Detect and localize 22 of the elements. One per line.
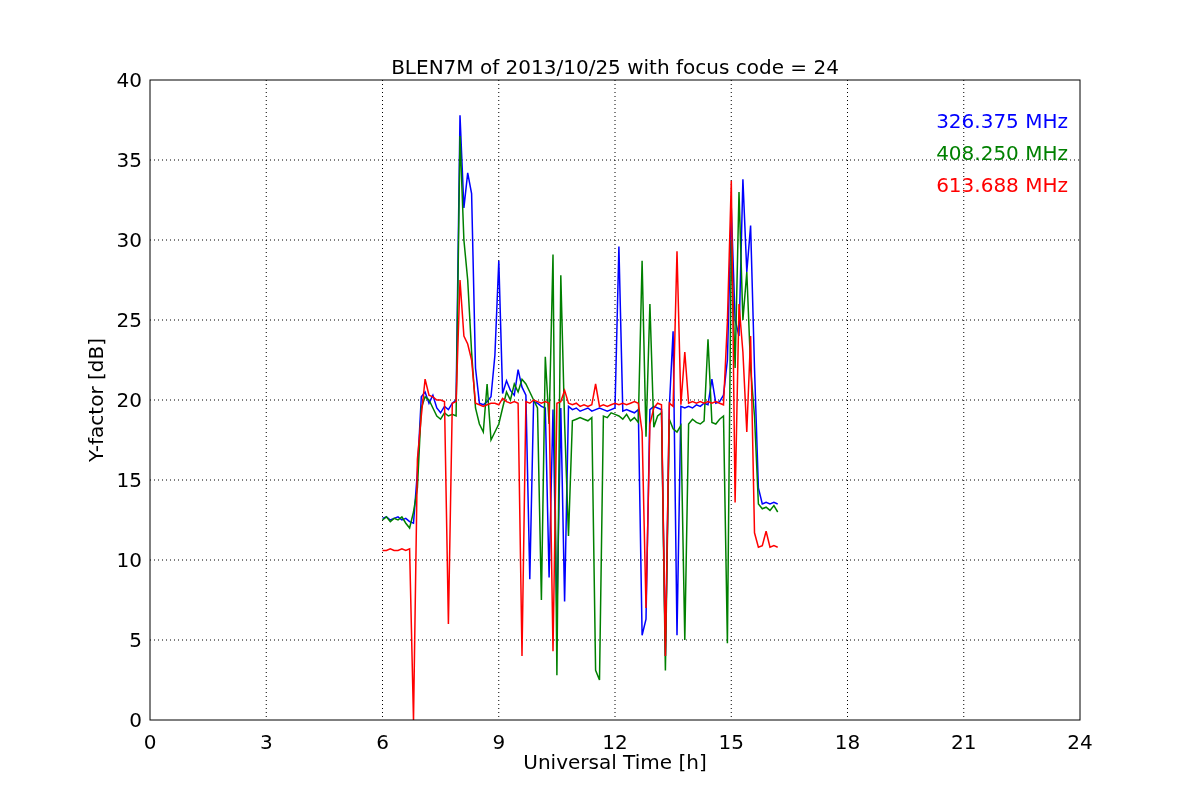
x-tick-label: 3: [259, 730, 273, 754]
y-tick-label: 20: [116, 388, 142, 412]
x-tick-label: 21: [951, 730, 977, 754]
y-tick-label: 5: [129, 628, 142, 652]
x-tick-label: 18: [834, 730, 861, 754]
x-tick-label: 24: [1067, 730, 1093, 754]
y-tick-label: 40: [116, 68, 142, 92]
y-tick-label: 10: [116, 548, 142, 572]
y-tick-label: 30: [116, 228, 142, 252]
legend-label: 326.375 MHz: [936, 109, 1068, 133]
legend-label: 408.250 MHz: [936, 141, 1068, 165]
y-axis-label: Y-factor [dB]: [84, 338, 108, 462]
x-tick-label: 0: [143, 730, 157, 754]
y-tick-label: 35: [116, 148, 142, 172]
y-tick-label: 0: [129, 708, 142, 732]
chart-title: BLEN7M of 2013/10/25 with focus code = 24: [391, 55, 839, 79]
x-tick-label: 6: [376, 730, 389, 754]
legend-label: 613.688 MHz: [936, 173, 1068, 197]
x-tick-label: 15: [718, 730, 744, 754]
y-tick-label: 15: [116, 468, 142, 492]
x-tick-label: 9: [492, 730, 506, 754]
y-tick-label: 25: [116, 308, 142, 332]
